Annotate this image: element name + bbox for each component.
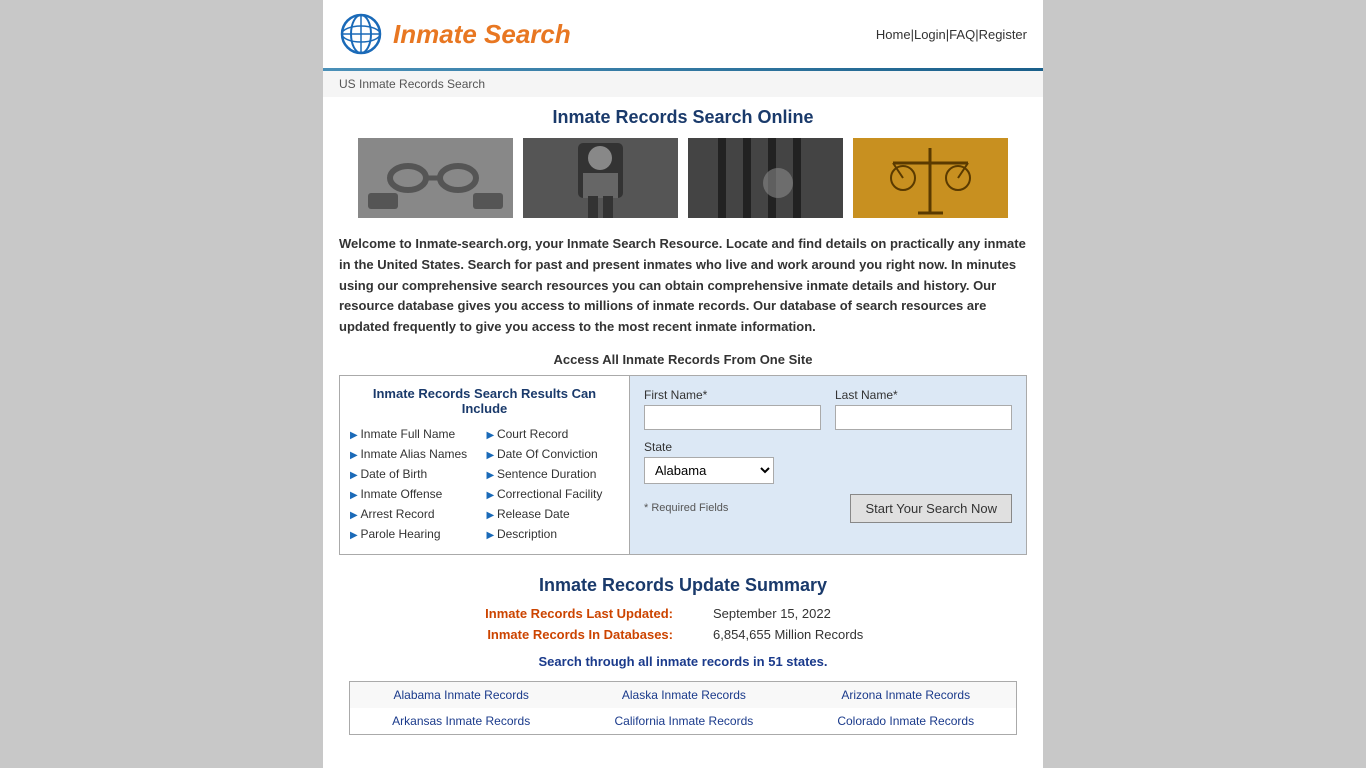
- search-button[interactable]: Start Your Search Now: [850, 494, 1012, 523]
- search-all-link[interactable]: Search through all inmate records in 51 …: [349, 654, 1017, 669]
- nav-login[interactable]: Login: [914, 27, 946, 42]
- header: Inmate Search Home|Login|FAQ|Register: [323, 0, 1043, 68]
- in-db-row: Inmate Records In Databases: 6,854,655 M…: [349, 627, 1017, 642]
- table-row: Arkansas Inmate Records California Inmate…: [350, 708, 1017, 735]
- main-content: Inmate Records Search Online: [323, 97, 1043, 755]
- image-arrest: [523, 138, 678, 218]
- list-item: Date Of Conviction: [487, 444, 620, 464]
- first-name-group: First Name*: [644, 388, 821, 430]
- globe-icon: [339, 12, 383, 56]
- page-heading: Inmate Records Search Online: [339, 107, 1027, 128]
- required-note: * Required Fields: [644, 502, 728, 514]
- state-group: State AlabamaAlaskaArizonaArkansasCalifo…: [644, 440, 1012, 484]
- list-item: Arrest Record: [350, 504, 483, 524]
- state-link[interactable]: Alabama Inmate Records: [393, 688, 528, 702]
- list-item: Description: [487, 524, 620, 544]
- last-name-group: Last Name*: [835, 388, 1012, 430]
- access-line: Access All Inmate Records From One Site: [339, 352, 1027, 367]
- list-item: Inmate Full Name: [350, 424, 483, 444]
- list-item: Inmate Offense: [350, 484, 483, 504]
- results-list: Inmate Full NameInmate Alias NamesDate o…: [350, 424, 619, 544]
- in-db-value: 6,854,655 Million Records: [713, 627, 893, 642]
- image-justice: [853, 138, 1008, 218]
- states-table: Alabama Inmate Records Alaska Inmate Reco…: [349, 681, 1017, 735]
- logo-area: Inmate Search: [339, 12, 571, 56]
- search-section: Inmate Records Search Results Can Includ…: [339, 375, 1027, 555]
- last-name-label: Last Name*: [835, 388, 1012, 402]
- state-link[interactable]: Arkansas Inmate Records: [392, 714, 530, 728]
- first-name-input[interactable]: [644, 405, 821, 430]
- list-item: Sentence Duration: [487, 464, 620, 484]
- nav-faq[interactable]: FAQ: [949, 27, 975, 42]
- site-title: Inmate Search: [393, 19, 571, 50]
- list-item: Date of Birth: [350, 464, 483, 484]
- list-item: Inmate Alias Names: [350, 444, 483, 464]
- in-db-label: Inmate Records In Databases:: [473, 627, 673, 642]
- state-row: State AlabamaAlaskaArizonaArkansasCalifo…: [644, 440, 1012, 484]
- list-item: Release Date: [487, 504, 620, 524]
- last-updated-label: Inmate Records Last Updated:: [473, 606, 673, 621]
- right-panel: First Name* Last Name* State AlabamaAlas…: [630, 376, 1026, 554]
- last-name-input[interactable]: [835, 405, 1012, 430]
- nav-register[interactable]: Register: [979, 27, 1027, 42]
- state-link[interactable]: Arizona Inmate Records: [841, 688, 970, 702]
- nav-links: Home|Login|FAQ|Register: [876, 27, 1027, 42]
- name-row: First Name* Last Name*: [644, 388, 1012, 430]
- update-heading: Inmate Records Update Summary: [349, 575, 1017, 596]
- description-text: Welcome to Inmate-search.org, your Inmat…: [339, 234, 1027, 338]
- left-panel-title: Inmate Records Search Results Can Includ…: [350, 386, 619, 416]
- state-link[interactable]: Alaska Inmate Records: [622, 688, 746, 702]
- state-link[interactable]: Colorado Inmate Records: [837, 714, 974, 728]
- image-handcuffs: [358, 138, 513, 218]
- left-panel: Inmate Records Search Results Can Includ…: [340, 376, 630, 554]
- images-row: [339, 138, 1027, 218]
- list-item: Correctional Facility: [487, 484, 620, 504]
- state-link[interactable]: California Inmate Records: [615, 714, 754, 728]
- last-updated-value: September 15, 2022: [713, 606, 893, 621]
- first-name-label: First Name*: [644, 388, 821, 402]
- list-item: Parole Hearing: [350, 524, 483, 544]
- state-label: State: [644, 440, 1012, 454]
- update-summary: Inmate Records Update Summary Inmate Rec…: [339, 575, 1027, 735]
- form-bottom-row: * Required Fields Start Your Search Now: [644, 494, 1012, 523]
- table-row: Alabama Inmate Records Alaska Inmate Reco…: [350, 681, 1017, 708]
- state-select[interactable]: AlabamaAlaskaArizonaArkansasCaliforniaCo…: [644, 457, 774, 484]
- breadcrumb: US Inmate Records Search: [323, 71, 1043, 97]
- image-bars: [688, 138, 843, 218]
- nav-home[interactable]: Home: [876, 27, 911, 42]
- list-item: Court Record: [487, 424, 620, 444]
- last-updated-row: Inmate Records Last Updated: September 1…: [349, 606, 1017, 621]
